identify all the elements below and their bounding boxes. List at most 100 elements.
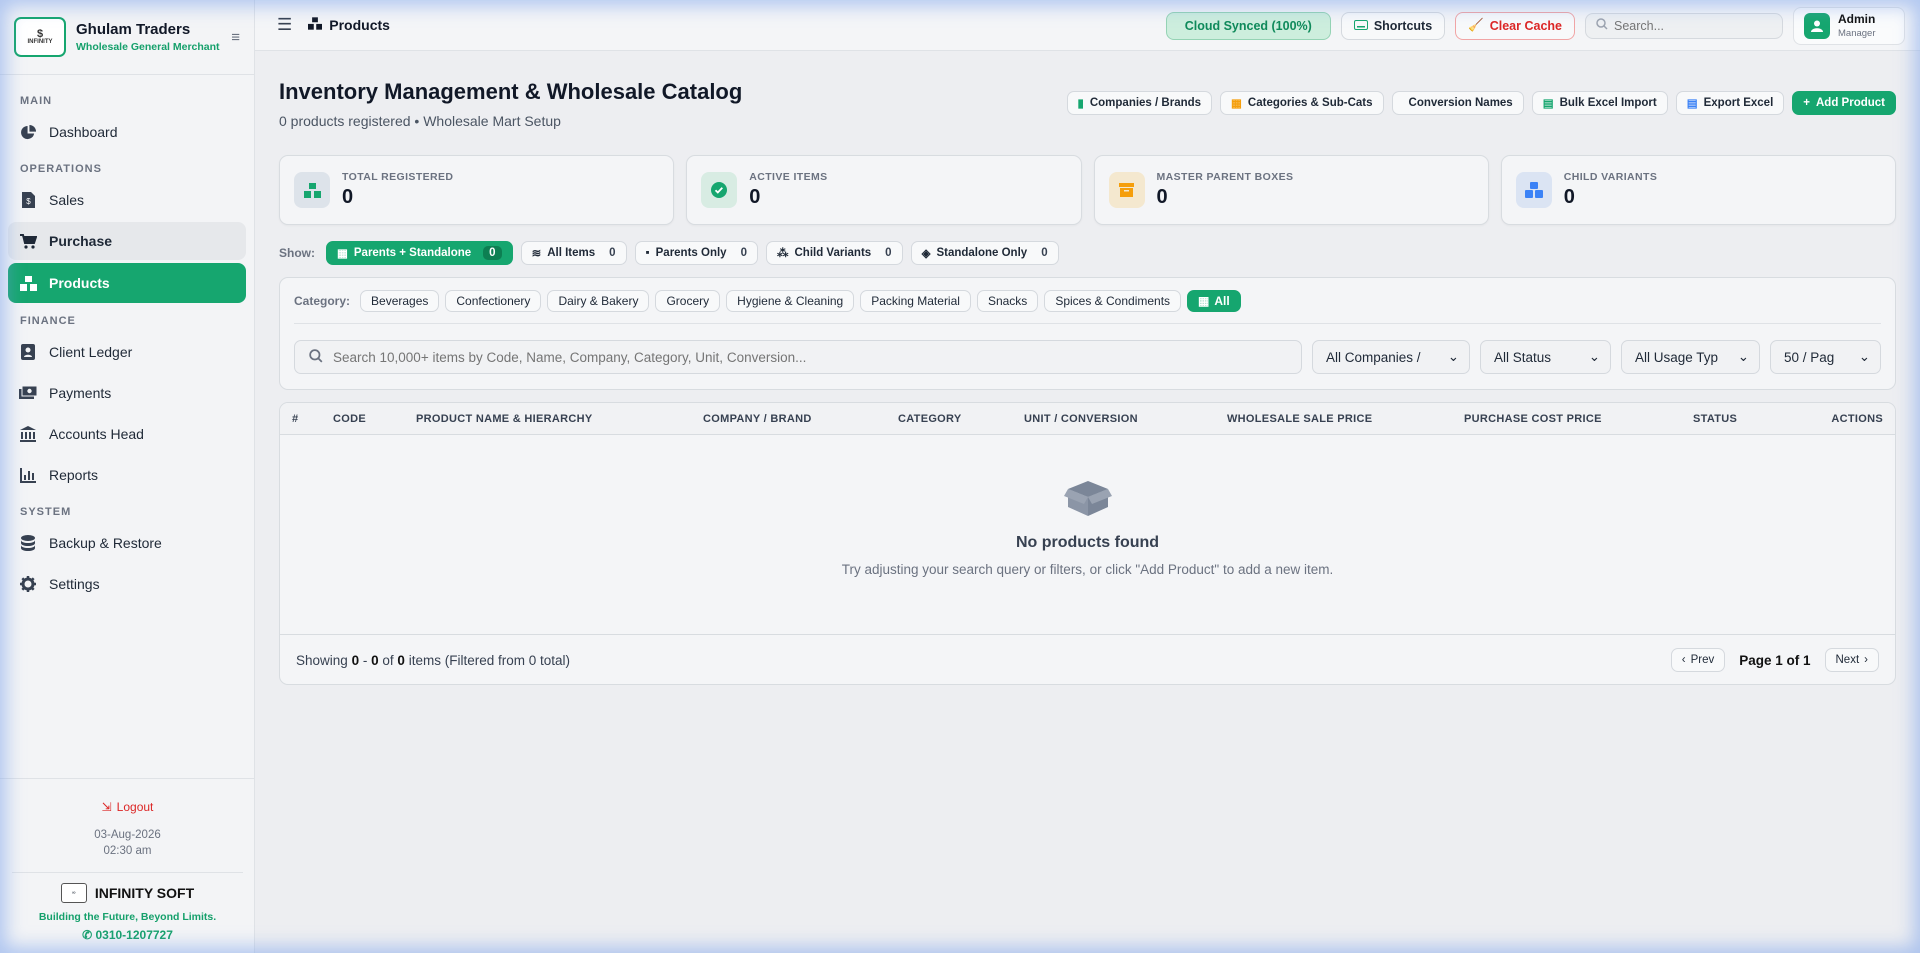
clear-cache-button[interactable]: 🧹 Clear Cache [1455,11,1575,40]
product-search[interactable] [294,340,1302,374]
cart-icon [19,232,37,250]
companies-select[interactable]: All Companies / ⌄ [1312,340,1470,374]
collapse-sidebar-icon[interactable]: ≡ [231,29,240,46]
sidebar-item-sales[interactable]: $ Sales [8,181,246,219]
sidebar-item-backup[interactable]: Backup & Restore [8,524,246,562]
summary-dash: - [362,652,368,668]
category-chip[interactable]: Confectionery [445,289,542,312]
current-time: 02:30 am [103,845,152,857]
prev-page-button[interactable]: ‹ Prev [1670,648,1726,672]
status-select[interactable]: All Status ⌄ [1480,340,1611,374]
per-page-select[interactable]: 50 / Pag ⌄ [1770,340,1881,374]
category-chip[interactable]: Grocery [655,289,721,312]
shortcuts-button[interactable]: Shortcuts [1340,11,1446,40]
category-chip-all[interactable]: ▦ All [1187,289,1241,312]
filter-parents-only[interactable]: ▪ Parents Only 0 [634,241,758,265]
next-page-button[interactable]: Next › [1824,648,1879,672]
global-search-input[interactable] [1614,18,1774,33]
search-icon [1596,18,1608,33]
column-header[interactable]: COMPANY / BRAND [703,413,812,425]
filter-standalone-only[interactable]: ◈ Standalone Only 0 [910,241,1059,265]
boxes-icon [19,274,37,292]
category-chip[interactable]: Packing Material [860,289,971,312]
section-system: SYSTEM [20,506,72,518]
categories-button[interactable]: ▦ Categories & Sub-Cats [1220,91,1384,115]
button-label: Companies / Brands [1089,97,1202,109]
logout-icon: ⇲ [101,800,112,814]
sidebar-item-label: Accounts Head [49,426,144,442]
category-chip[interactable]: Dairy & Bakery [547,289,650,312]
sidebar-item-label: Purchase [49,233,113,249]
open-box-icon [1063,481,1112,516]
global-search[interactable] [1585,12,1783,39]
phone-number: 0310-1207727 [95,928,173,942]
check-circle-icon [701,172,738,208]
category-chip[interactable]: Spices & Condiments [1044,289,1182,312]
sidebar-item-label: Client Ledger [49,344,133,360]
category-chip[interactable]: Hygiene & Cleaning [726,289,855,312]
sync-status-badge[interactable]: Cloud Synced (100%) [1165,11,1331,40]
sidebar-item-accounts-head[interactable]: Accounts Head [8,415,246,453]
add-product-button[interactable]: + Add Product [1792,91,1896,115]
category-chip[interactable]: Beverages [360,289,440,312]
sidebar-item-label: Payments [49,385,112,401]
conversion-names-button[interactable]: Conversion Names [1391,91,1524,115]
sidebar-item-label: Reports [49,467,99,483]
chip-label: All [1214,293,1230,308]
product-search-input[interactable] [333,349,1233,365]
sidebar-item-purchase[interactable]: Purchase [8,222,246,260]
category-chip[interactable]: Snacks [976,289,1039,312]
column-header[interactable]: PRODUCT NAME & HIERARCHY [416,413,592,425]
sidebar-item-client-ledger[interactable]: Client Ledger [8,333,246,371]
invoice-icon: $ [19,191,37,209]
main-content: Inventory Management & Wholesale Catalog… [279,51,1896,685]
filter-child-variants[interactable]: ⁂ Child Variants 0 [765,241,903,265]
bulk-excel-import-button[interactable]: ▤ Bulk Excel Import [1531,91,1668,115]
export-excel-button[interactable]: ▤ Export Excel [1675,91,1785,115]
page-actions: ▮ Companies / Brands ▦ Categories & Sub-Ca… [1066,91,1896,115]
column-header[interactable]: PURCHASE COST PRICE [1464,413,1602,425]
usage-type-select[interactable]: All Usage Typ ⌄ [1621,340,1760,374]
select-value: 50 / Pag [1784,349,1835,365]
menu-toggle-icon[interactable]: ☰ [277,15,292,35]
section-main: MAIN [20,95,53,107]
stat-child-variants: CHILD VARIANTS 0 [1500,155,1896,225]
page-title: Inventory Management & Wholesale Catalog [279,79,743,104]
box-icon [1108,172,1145,208]
column-header[interactable]: STATUS [1693,413,1737,425]
box-icon: ▪ [645,247,650,259]
filter-all-items[interactable]: ≋ All Items 0 [520,241,627,265]
column-header[interactable]: CATEGORY [898,413,962,425]
section-operations: OPERATIONS [20,163,102,175]
stat-value: 0 [1563,186,1575,208]
sidebar-item-products[interactable]: Products [8,263,246,303]
sidebar-item-settings[interactable]: Settings [8,565,246,603]
sidebar-nav: MAIN Dashboard OPERATIONS $ Sales Purcha… [0,75,254,603]
column-header[interactable]: WHOLESALE SALE PRICE [1227,413,1372,425]
clear-cache-label: Clear Cache [1489,18,1562,33]
column-header[interactable]: UNIT / CONVERSION [1024,413,1138,425]
logo-symbol-icon: $ [36,28,44,40]
sidebar-item-label: Backup & Restore [49,535,162,551]
phone-icon: ✆ [82,928,93,942]
sidebar-item-reports[interactable]: Reports [8,456,246,494]
column-header[interactable]: # [292,413,298,425]
filter-parents-standalone[interactable]: ▦ Parents + Standalone 0 [326,241,513,265]
cubes-icon [1515,172,1552,208]
next-label: Next [1835,654,1860,666]
sidebar-item-dashboard[interactable]: Dashboard [8,113,246,151]
brand-name: Ghulam Traders [76,21,191,38]
companies-brands-button[interactable]: ▮ Companies / Brands [1066,91,1213,115]
pie-chart-icon [19,123,37,141]
select-value: All Status [1494,349,1552,365]
logout-button[interactable]: ⇲ Logout [0,800,255,814]
filter-count: 0 [609,247,616,259]
filter-label: Standalone Only [936,247,1028,259]
column-header[interactable]: CODE [333,413,366,425]
sidebar-item-payments[interactable]: Payments [8,374,246,412]
filter-label: All Items [547,247,596,259]
column-header[interactable]: ACTIONS [1831,413,1883,425]
summary-text: Showing [296,652,348,668]
chevron-down-icon: ⌄ [1588,349,1600,364]
user-menu[interactable]: Admin Manager [1793,6,1905,45]
